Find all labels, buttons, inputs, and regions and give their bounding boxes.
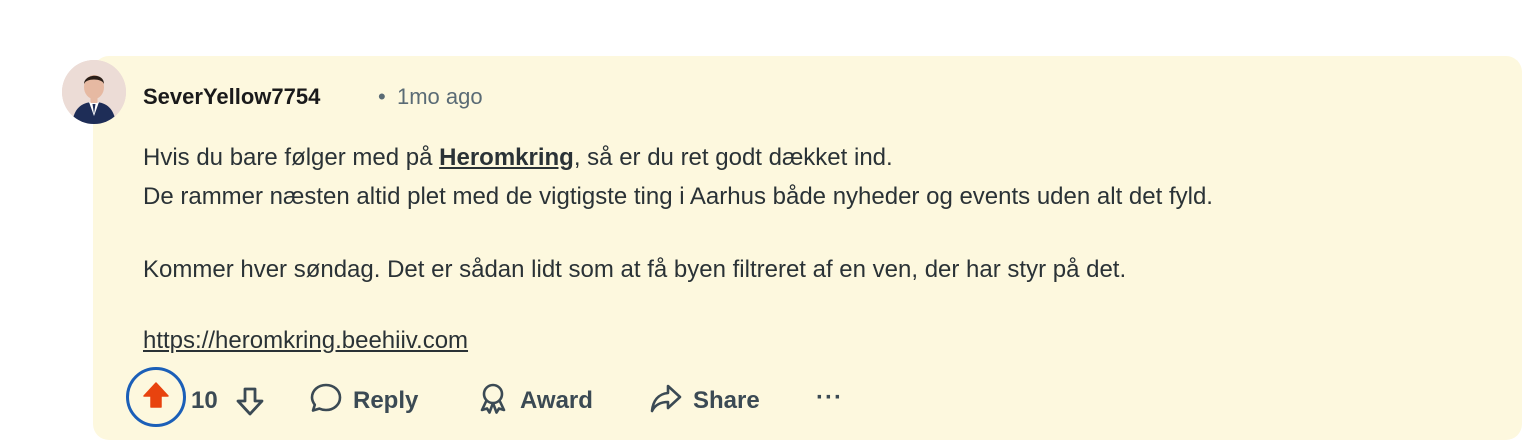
comment-author[interactable]: SeverYellow7754	[143, 84, 320, 110]
comment-body-line-3: Kommer hver søndag. Det er sådan lidt so…	[143, 256, 1127, 283]
vote-count: 10	[191, 387, 218, 414]
avatar[interactable]	[62, 60, 126, 124]
meta-separator: •	[378, 84, 386, 109]
comment-card	[93, 56, 1522, 440]
comment-body-line-1: Hvis du bare følger med på Heromkring, s…	[143, 143, 893, 173]
share-label: Share	[693, 387, 760, 414]
speech-bubble-icon	[309, 381, 343, 422]
share-arrow-icon	[649, 381, 683, 422]
reply-label: Reply	[353, 387, 419, 414]
more-dots-icon: ···	[816, 384, 843, 411]
body-text-pre: Hvis du bare følger med på	[143, 144, 440, 171]
downvote-arrow-icon	[232, 387, 268, 423]
more-options-button[interactable]: ···	[816, 383, 843, 413]
share-button[interactable]: Share	[649, 380, 760, 422]
heromkring-link[interactable]: Heromkring	[439, 144, 574, 171]
upvote-button[interactable]	[126, 367, 186, 427]
award-label: Award	[520, 387, 593, 414]
award-ribbon-icon	[476, 381, 510, 422]
downvote-button[interactable]	[232, 383, 268, 419]
award-button[interactable]: Award	[476, 380, 593, 422]
reply-button[interactable]: Reply	[309, 380, 418, 422]
comment-body-line-4: https://heromkring.beehiiv.com	[143, 326, 468, 356]
heromkring-url-link[interactable]: https://heromkring.beehiiv.com	[143, 327, 468, 354]
comment-body-line-2: De rammer næsten altid plet med de vigti…	[143, 183, 1213, 210]
upvote-arrow-icon	[141, 380, 171, 415]
comment-timestamp[interactable]: 1mo ago	[397, 84, 483, 110]
body-text-post: , så er du ret godt dækket ind.	[573, 144, 893, 171]
